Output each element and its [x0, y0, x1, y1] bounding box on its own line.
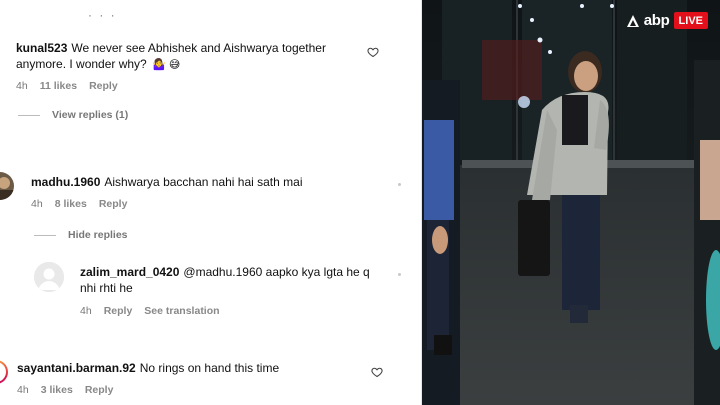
comment-time: 4h: [16, 80, 28, 92]
brand-name: abp: [643, 12, 670, 29]
reply-button[interactable]: Reply: [89, 80, 118, 92]
comment-meta: 4h Reply See translation: [80, 305, 220, 317]
comment-time: 4h: [80, 305, 92, 317]
truncated-meta: · · ·: [88, 8, 117, 22]
comment-likes[interactable]: 8 likes: [55, 198, 87, 210]
comment-likes[interactable]: 11 likes: [40, 80, 77, 92]
avatar[interactable]: [34, 262, 64, 292]
reply-button[interactable]: Reply: [104, 305, 133, 317]
see-translation-button[interactable]: See translation: [144, 305, 219, 317]
comment-username[interactable]: sayantani.barman.92: [17, 361, 136, 375]
comment-username[interactable]: madhu.1960: [31, 175, 100, 189]
live-badge: LIVE: [673, 12, 708, 29]
heart-icon[interactable]: [367, 46, 379, 58]
view-replies-label: View replies (1): [52, 109, 129, 121]
avatar[interactable]: [0, 360, 8, 384]
comment-body: sayantani.barman.92 No rings on hand this…: [17, 360, 357, 376]
abp-logo-icon: [626, 14, 639, 27]
news-photo: abp LIVE: [422, 0, 720, 405]
photo-scene: [422, 0, 720, 405]
avatar[interactable]: [0, 172, 14, 200]
ellipsis-icon[interactable]: [398, 273, 401, 276]
replies-divider-line: [34, 234, 56, 236]
comment-meta: 4h 3 likes Reply: [17, 384, 113, 396]
comments-panel: · · · kunal523 We never see Abhishek and …: [0, 0, 422, 405]
comment-meta: 4h 11 likes Reply: [16, 80, 118, 92]
reply-button[interactable]: Reply: [99, 198, 128, 210]
comment-text: Aishwarya bacchan nahi hai sath mai: [104, 175, 303, 189]
hide-replies-button[interactable]: Hide replies: [34, 229, 128, 241]
comment-meta: 4h 8 likes Reply: [31, 198, 127, 210]
comment-time: 4h: [17, 384, 29, 396]
comment-body: madhu.1960 Aishwarya bacchan nahi hai sat…: [31, 174, 381, 190]
comment-username[interactable]: kunal523: [16, 41, 67, 55]
comment-likes[interactable]: 3 likes: [41, 384, 73, 396]
heart-icon[interactable]: [371, 366, 383, 378]
ellipsis-icon[interactable]: [398, 183, 401, 186]
comment-username[interactable]: zalim_mard_0420: [80, 265, 179, 279]
comment-text: No rings on hand this time: [139, 361, 280, 375]
replies-divider-line: [18, 114, 40, 116]
comment-body: kunal523 We never see Abhishek and Aishwa…: [16, 40, 356, 73]
comment-time: 4h: [31, 198, 43, 210]
reply-button[interactable]: Reply: [85, 384, 114, 396]
comment-body: zalim_mard_0420 @madhu.1960 aapko kya lgt…: [80, 264, 385, 296]
view-replies-button[interactable]: View replies (1): [18, 109, 128, 121]
hide-replies-label: Hide replies: [68, 229, 128, 241]
comment-emojis: 🤷‍♀️ 😅: [152, 59, 181, 71]
abp-live-logo: abp LIVE: [626, 12, 708, 29]
